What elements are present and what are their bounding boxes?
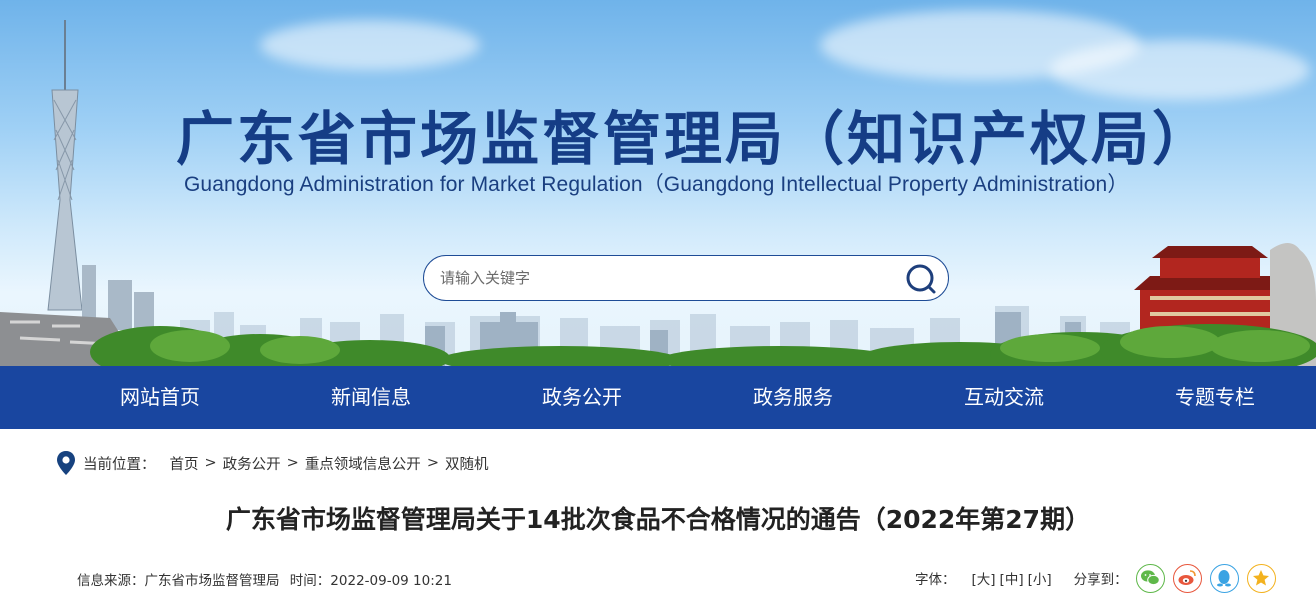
font-small-button[interactable]: [小]	[1028, 568, 1052, 588]
breadcrumb-gov-affairs[interactable]: 政务公开	[223, 453, 281, 474]
search-button[interactable]	[904, 262, 938, 296]
time-label: 时间：	[289, 573, 331, 589]
search-box	[423, 255, 949, 301]
nav-item-news[interactable]: 新闻信息	[291, 366, 451, 429]
search-input[interactable]	[440, 264, 880, 292]
breadcrumb: 当前位置： 首页 > 政务公开 > 重点领域信息公开 > 双随机	[56, 450, 488, 476]
share-qq-button[interactable]	[1209, 563, 1239, 593]
article-meta: 信息来源：广东省市场监督管理局 时间：2022-09-09 10:21	[77, 569, 458, 589]
nav-item-gov-services[interactable]: 政务服务	[713, 366, 873, 429]
nav-item-topics[interactable]: 专题专栏	[1135, 366, 1295, 429]
breadcrumb-key-areas[interactable]: 重点领域信息公开	[305, 453, 421, 474]
main-nav: 网站首页 新闻信息 政务公开 政务服务 互动交流 专题专栏	[0, 366, 1316, 429]
breadcrumb-separator: >	[426, 455, 439, 471]
wechat-icon	[1141, 570, 1160, 586]
qzone-icon	[1253, 570, 1270, 586]
weibo-icon	[1178, 570, 1196, 585]
search-icon	[906, 264, 936, 294]
location-pin-icon	[57, 451, 75, 475]
header-banner: 广东省市场监督管理局（知识产权局） Guangdong Administrati…	[0, 0, 1316, 366]
breadcrumb-prefix: 当前位置：	[83, 456, 156, 473]
font-large-button[interactable]: [大]	[972, 568, 996, 588]
breadcrumb-separator: >	[286, 455, 299, 471]
site-title-en: Guangdong Administration for Market Regu…	[184, 173, 1129, 196]
source-label: 信息来源：	[77, 573, 145, 589]
source-value: 广东省市场监督管理局	[144, 573, 280, 589]
share-wechat-button[interactable]	[1135, 563, 1165, 593]
article-title: 广东省市场监督管理局关于14批次食品不合格情况的通告（2022年第27期）	[225, 505, 1091, 534]
share-qzone-button[interactable]	[1246, 563, 1276, 593]
share-label: 分享到：	[1073, 572, 1128, 588]
breadcrumb-home[interactable]: 首页	[170, 453, 199, 474]
breadcrumb-separator: >	[204, 455, 217, 471]
nav-item-home[interactable]: 网站首页	[80, 366, 240, 429]
font-size-label: 字体：	[915, 572, 956, 588]
share-icons	[1128, 563, 1276, 593]
share-weibo-button[interactable]	[1172, 563, 1202, 593]
article-tools: 字体： [大] [中] [小] 分享到：	[915, 563, 1276, 593]
font-medium-button[interactable]: [中]	[1000, 568, 1024, 588]
qq-icon	[1217, 570, 1232, 587]
nav-item-gov-affairs[interactable]: 政务公开	[502, 366, 662, 429]
site-title-cn: 广东省市场监督管理局（知识产权局）	[176, 105, 1214, 173]
nav-item-interaction[interactable]: 互动交流	[924, 366, 1084, 429]
time-value: 2022-09-09 10:21	[330, 573, 452, 589]
breadcrumb-double-random[interactable]: 双随机	[445, 453, 489, 474]
